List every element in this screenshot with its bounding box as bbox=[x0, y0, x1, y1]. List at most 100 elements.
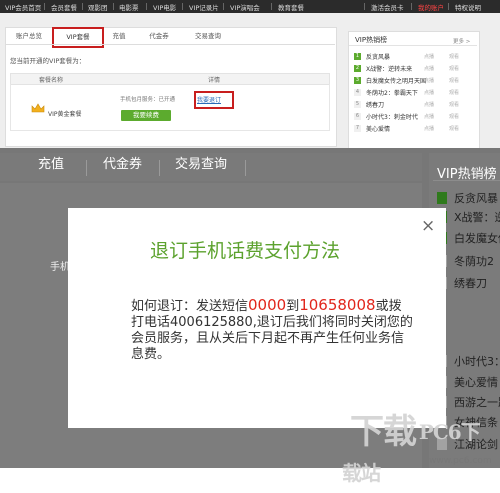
tab-divider bbox=[245, 160, 246, 176]
list-item[interactable]: 美心爱情 bbox=[437, 374, 500, 392]
body-text-to: 到 bbox=[286, 299, 300, 314]
nav-activate-card[interactable]: 激活会员卡 bbox=[371, 2, 404, 12]
tab-transactions[interactable]: 交易查询 bbox=[186, 30, 230, 43]
tab-vouchers[interactable]: 代金券 bbox=[140, 30, 178, 43]
watch-link[interactable]: 观看 bbox=[449, 53, 459, 60]
nav-divider bbox=[448, 3, 449, 10]
vod-link[interactable]: 点播 bbox=[424, 53, 434, 60]
nav-vip-concerts[interactable]: VIP演唱会 bbox=[230, 2, 260, 12]
dialog-body: 如何退订：发送短信0000到10658008或拨打电话4006125880,退订… bbox=[131, 297, 413, 363]
list-item[interactable]: 6 小时代3：刺金时代 点播 观看 bbox=[354, 112, 474, 122]
vod-link[interactable]: 点播 bbox=[424, 125, 434, 132]
movie-title: 绣春刀 bbox=[454, 277, 487, 290]
nav-divider bbox=[411, 3, 412, 10]
top-navigation-bar: VIP会员首页 会员套餐 观影团 电影票 VIP电影 VIP记录片 VIP演唱会… bbox=[0, 0, 500, 13]
rank-number: 7 bbox=[354, 125, 361, 132]
header-package-name: 套餐名称 bbox=[39, 77, 64, 84]
nav-member-packages[interactable]: 会员套餐 bbox=[51, 2, 77, 12]
movie-title: 绣春刀 bbox=[366, 102, 385, 109]
header-details: 详情 bbox=[208, 77, 221, 84]
movie-title: 小时代3：刺金时代 bbox=[366, 114, 418, 121]
zoomed-tab-transactions[interactable]: 交易查询 bbox=[175, 153, 227, 172]
zoomed-tab-recharge[interactable]: 充值 bbox=[38, 153, 64, 172]
phone-service-status: 手机包月服务：已开通 bbox=[120, 97, 176, 103]
list-item[interactable]: 1 反贪风暴 点播 观看 bbox=[354, 52, 474, 62]
list-item[interactable]: X战警：逆 bbox=[437, 209, 500, 227]
list-item[interactable]: 反贪风暴 bbox=[437, 190, 500, 208]
divider bbox=[349, 45, 477, 46]
tab-underline bbox=[5, 44, 335, 45]
movie-title: 反贪风暴 bbox=[454, 192, 498, 205]
rank-number: 4 bbox=[354, 89, 361, 96]
list-item[interactable]: 4 冬荫功2：拳霸天下 点播 观看 bbox=[354, 88, 474, 98]
movie-title: 美心爱情 bbox=[454, 376, 498, 389]
crown-icon bbox=[31, 103, 45, 113]
nav-divider bbox=[146, 3, 147, 10]
list-item[interactable]: 3 白发魔女传之明月天国 点播 观看 bbox=[354, 76, 474, 86]
renew-button[interactable]: 我要续费 bbox=[121, 110, 171, 121]
watch-link[interactable]: 观看 bbox=[449, 113, 459, 120]
hot-ranking-title: VIP热销榜 bbox=[355, 36, 388, 44]
body-text-pre: 如何退订：发送短信 bbox=[131, 299, 249, 314]
list-item[interactable]: 7 美心爱情 点播 观看 bbox=[354, 124, 474, 134]
watch-link[interactable]: 观看 bbox=[449, 77, 459, 84]
tab-divider bbox=[159, 160, 160, 176]
nav-education[interactable]: 教育套餐 bbox=[278, 2, 304, 12]
watermark-logo-text: 下载 bbox=[350, 412, 417, 452]
nav-vip-movies[interactable]: VIP电影 bbox=[153, 2, 176, 12]
close-icon[interactable]: × bbox=[421, 216, 435, 236]
tab-recharge[interactable]: 充值 bbox=[104, 30, 134, 43]
rank-number: 5 bbox=[354, 101, 361, 108]
movie-title: 冬荫功2：拳霸天下 bbox=[366, 90, 418, 97]
list-item[interactable]: 绣春刀 bbox=[437, 275, 500, 293]
nav-divider bbox=[82, 3, 83, 10]
watch-link[interactable]: 观看 bbox=[449, 101, 459, 108]
vod-link[interactable]: 点播 bbox=[424, 89, 434, 96]
package-intro-text: 您当前开通的VIP套餐为： bbox=[10, 57, 86, 65]
package-name: VIP黄金套餐 bbox=[48, 111, 82, 118]
nav-divider bbox=[113, 3, 114, 10]
divider bbox=[433, 180, 500, 181]
vod-link[interactable]: 点播 bbox=[424, 65, 434, 72]
nav-vip-documentary[interactable]: VIP记录片 bbox=[189, 2, 219, 12]
zoomed-tab-vouchers[interactable]: 代金券 bbox=[103, 153, 142, 172]
sms-number: 10658008 bbox=[299, 296, 376, 314]
nav-divider bbox=[182, 3, 183, 10]
nav-my-account[interactable]: 我的账户 bbox=[418, 2, 444, 12]
list-item[interactable]: 2 X战警：逆转未来 点播 观看 bbox=[354, 64, 474, 74]
table-row bbox=[10, 84, 330, 131]
dialog-title: 退订手机话费支付方法 bbox=[0, 236, 500, 263]
watch-link[interactable]: 观看 bbox=[449, 125, 459, 132]
dialog-title-text: 退订手机话费支付方法 bbox=[149, 240, 340, 262]
nav-movie-tickets[interactable]: 电影票 bbox=[119, 2, 139, 12]
watch-link[interactable]: 观看 bbox=[449, 65, 459, 72]
nav-viewing-group[interactable]: 观影团 bbox=[88, 2, 108, 12]
movie-title: 美心爱情 bbox=[366, 126, 391, 133]
watermark-logo: 下载 PC6下载站 bbox=[342, 404, 500, 485]
sms-code: 0000 bbox=[248, 296, 287, 314]
vod-link[interactable]: 点播 bbox=[424, 113, 434, 120]
watch-link[interactable]: 观看 bbox=[449, 89, 459, 96]
rank-number: 6 bbox=[354, 113, 361, 120]
nav-divider bbox=[364, 3, 365, 10]
vod-link[interactable]: 点播 bbox=[424, 101, 434, 108]
tab-divider bbox=[86, 160, 87, 176]
tab-account-overview[interactable]: 账户总览 bbox=[8, 30, 50, 43]
more-link[interactable]: 更多 > bbox=[453, 37, 470, 45]
rank-number: 2 bbox=[354, 65, 361, 72]
movie-title: X战警：逆转未来 bbox=[366, 66, 413, 73]
movie-title: X战警：逆 bbox=[454, 211, 500, 224]
cancel-subscription-link[interactable]: 我要退订 bbox=[197, 95, 221, 104]
movie-title: 小时代3： bbox=[454, 355, 500, 368]
nav-vip-home[interactable]: VIP会员首页 bbox=[5, 2, 41, 12]
vod-link[interactable]: 点播 bbox=[424, 77, 434, 84]
nav-privileges[interactable]: 特权说明 bbox=[455, 2, 481, 12]
movie-title: 反贪风暴 bbox=[366, 54, 391, 61]
list-item[interactable]: 5 绣春刀 点播 观看 bbox=[354, 100, 474, 110]
list-item[interactable]: 小时代3： bbox=[437, 353, 500, 371]
rank-marker bbox=[437, 192, 447, 204]
watermark-url: www.pc6.com bbox=[429, 456, 492, 466]
nav-divider bbox=[223, 3, 224, 10]
nav-divider bbox=[271, 3, 272, 10]
movie-title: 白发魔女传之明月天国 bbox=[366, 78, 427, 85]
